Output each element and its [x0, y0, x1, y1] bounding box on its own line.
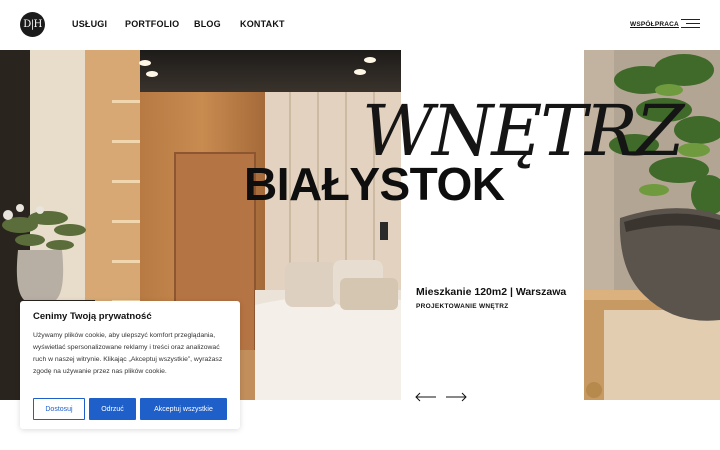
cookie-description: Używamy plików cookie, aby ulepszyć komf…: [33, 332, 223, 376]
reject-button[interactable]: Odrzuć: [89, 398, 136, 420]
cookie-consent-dialog: Cenimy Twoją prywatność Używamy plików c…: [20, 301, 240, 429]
hero-main-title: BIAŁYSTOK: [244, 158, 505, 210]
nav-item-uslugi[interactable]: USŁUGI: [72, 19, 125, 29]
accept-all-button[interactable]: Akceptuj wszystkie: [140, 398, 227, 420]
nav-item-portfolio[interactable]: PORTFOLIO: [125, 19, 194, 29]
nav-item-blog[interactable]: BLOG: [194, 19, 240, 29]
next-arrow-icon[interactable]: [445, 391, 467, 403]
prev-arrow-icon[interactable]: [415, 391, 437, 403]
customize-button[interactable]: Dostosuj: [33, 398, 85, 420]
cookie-buttons: Dostosuj Odrzuć Akceptuj wszystkie: [33, 398, 227, 420]
logo[interactable]: D|H: [20, 12, 45, 37]
cookie-title: Cenimy Twoją prywatność: [33, 311, 152, 322]
menu-icon[interactable]: [681, 19, 700, 29]
site-header: D|H USŁUGI PORTFOLIO BLOG KONTAKT WSPÓŁP…: [0, 0, 720, 50]
hero-script-title: WNĘTRZ: [362, 90, 684, 172]
project-name[interactable]: Mieszkanie 120m2 | Warszawa: [416, 286, 566, 298]
project-subtitle: PROJEKTOWANIE WNĘTRZ: [416, 303, 509, 310]
main-nav: USŁUGI PORTFOLIO BLOG KONTAKT: [72, 19, 285, 29]
collab-link[interactable]: WSPÓŁPRACA: [630, 21, 679, 28]
nav-item-kontakt[interactable]: KONTAKT: [240, 19, 285, 29]
